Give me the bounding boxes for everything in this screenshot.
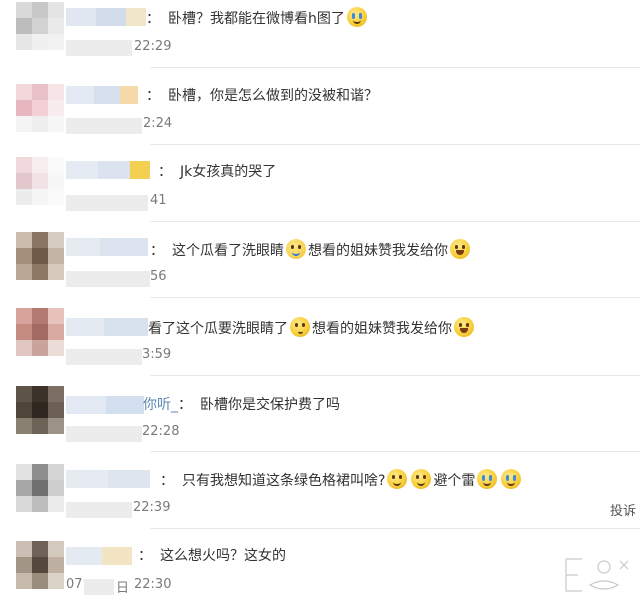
date-blurred xyxy=(84,579,114,595)
comment-text: ：这个瓜看了洗眼睛 想看的姐妹赞我发给你 xyxy=(150,239,472,261)
comment-item: ：只有我想知道这条绿色格裙叫啥? 避个雷 22:39 投诉 xyxy=(0,452,640,529)
date-blurred xyxy=(66,271,150,287)
comment-time: 22:29 xyxy=(134,39,172,54)
avatar[interactable] xyxy=(16,386,64,434)
date-blurred xyxy=(66,118,142,134)
laughing-emoji-icon xyxy=(454,317,474,337)
thinking-emoji-icon xyxy=(290,317,310,337)
comment-item: ： Jk女孩真的哭了 41 xyxy=(0,145,640,222)
username-blurred[interactable] xyxy=(66,8,146,26)
comment-time: 41 xyxy=(150,193,167,208)
comment-time: 22:30 xyxy=(134,577,172,592)
avatar[interactable] xyxy=(16,541,64,589)
comment-text: ：这么想火吗？这女的 xyxy=(138,548,286,564)
avatar[interactable] xyxy=(16,232,64,280)
comment-item: ：卧槽，你是怎么做到的没被和谐？ 2:24 xyxy=(0,68,640,145)
comment-item: ：这个瓜看了洗眼睛 想看的姐妹赞我发给你 56 xyxy=(0,222,640,298)
comment-text: ：卧槽？我都能在微博看h图了 xyxy=(146,7,369,29)
sad-emoji-icon xyxy=(346,7,367,27)
report-button[interactable]: 投诉 xyxy=(610,500,636,519)
avatar[interactable] xyxy=(16,157,64,205)
date-blurred xyxy=(66,195,148,211)
avatar[interactable] xyxy=(16,308,64,356)
username-blurred[interactable] xyxy=(66,396,144,414)
watermark-logo xyxy=(565,558,629,592)
date-blurred xyxy=(66,426,142,442)
smile-emoji-icon xyxy=(387,469,408,489)
comment-text: ： Jk女孩真的哭了 xyxy=(158,164,277,180)
comment-item: 看了这个瓜要洗眼睛了 想看的姐妹赞我发给你 3:59 xyxy=(0,298,640,376)
crying-emoji-icon xyxy=(501,469,522,489)
comment-time: 22:28 xyxy=(142,424,180,439)
smile-emoji-icon xyxy=(411,469,432,489)
comment-time: 56 xyxy=(150,269,167,284)
comment-item: ：这么想火吗？这女的 07 日 22:30 xyxy=(0,529,640,599)
date-blurred xyxy=(66,349,142,365)
comment-item: 你听_： 卧槽你是交保护费了吗 22:28 xyxy=(0,376,640,452)
comment-date-prefix: 07 xyxy=(66,577,83,592)
comment-text: ：卧槽，你是怎么做到的没被和谐？ xyxy=(146,88,378,104)
comment-text: 看了这个瓜要洗眼睛了 想看的姐妹赞我发给你 xyxy=(148,317,476,339)
username-blurred[interactable] xyxy=(66,547,132,565)
date-blurred xyxy=(66,502,132,518)
comment-time: 22:39 xyxy=(133,500,171,515)
comment-item: ：卧槽？我都能在微博看h图了 22:29 xyxy=(0,0,640,68)
avatar[interactable] xyxy=(16,2,64,50)
date-blurred xyxy=(66,40,132,56)
comment-text: 你听_： 卧槽你是交保护费了吗 xyxy=(143,397,340,413)
avatar[interactable] xyxy=(16,464,64,512)
username-blurred[interactable] xyxy=(66,238,148,256)
username-blurred[interactable] xyxy=(66,470,150,488)
username-blurred[interactable] xyxy=(66,161,150,179)
username-blurred[interactable] xyxy=(66,86,138,104)
username-tail-link[interactable]: 你听_ xyxy=(143,397,178,413)
laughing-emoji-icon xyxy=(450,239,470,259)
comment-text: ：只有我想知道这条绿色格裙叫啥? 避个雷 xyxy=(160,469,523,491)
wash-eyes-emoji-icon xyxy=(286,239,306,259)
avatar[interactable] xyxy=(16,84,64,132)
username-blurred[interactable] xyxy=(66,318,148,336)
comment-date-suffix: 日 xyxy=(116,581,130,596)
comment-time: 2:24 xyxy=(143,116,173,131)
comment-time: 3:59 xyxy=(142,347,172,362)
crying-emoji-icon xyxy=(477,469,498,489)
